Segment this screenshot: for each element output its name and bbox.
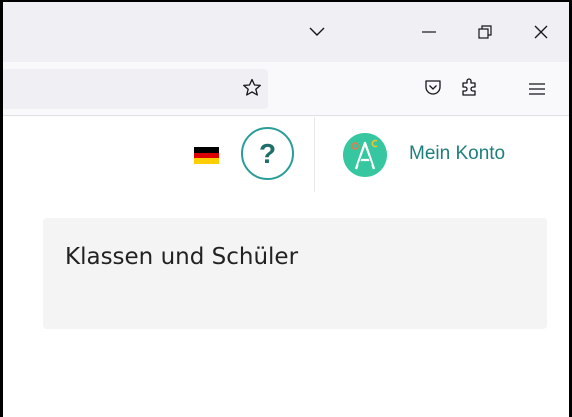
german-flag-icon[interactable] (194, 147, 219, 165)
abc-logo-icon (343, 133, 387, 177)
pocket-icon (424, 79, 442, 100)
close-button[interactable] (513, 2, 569, 62)
main-content: Klassen und Schüler (3, 192, 569, 417)
pocket-button[interactable] (415, 62, 451, 116)
browser-window: ? Mein Konto Klassen und Schüler (0, 0, 572, 417)
help-button[interactable]: ? (241, 127, 294, 180)
title-bar (3, 2, 569, 62)
menu-icon (529, 80, 545, 99)
screenshot-border-top (0, 0, 572, 2)
screenshot-border-left (0, 0, 3, 417)
extensions-icon (460, 77, 478, 101)
my-account-link[interactable]: Mein Konto (409, 143, 505, 165)
restore-icon (478, 25, 492, 39)
classes-card[interactable]: Klassen und Schüler (43, 218, 547, 329)
navigation-toolbar (3, 62, 569, 116)
header-divider (314, 117, 315, 192)
close-icon (534, 25, 548, 39)
chevron-down-icon (309, 27, 325, 37)
list-all-tabs-button[interactable] (289, 2, 345, 62)
extensions-button[interactable] (451, 62, 487, 116)
minimize-icon (422, 31, 436, 33)
app-menu-button[interactable] (519, 62, 555, 116)
avatar[interactable] (343, 133, 387, 177)
app-header: ? Mein Konto (3, 117, 569, 192)
url-bar[interactable] (3, 69, 268, 109)
bookmark-button[interactable] (234, 62, 270, 116)
minimize-button[interactable] (401, 2, 457, 62)
restore-button[interactable] (457, 2, 513, 62)
bookmark-star-icon (242, 78, 262, 101)
card-title: Klassen und Schüler (65, 244, 299, 270)
